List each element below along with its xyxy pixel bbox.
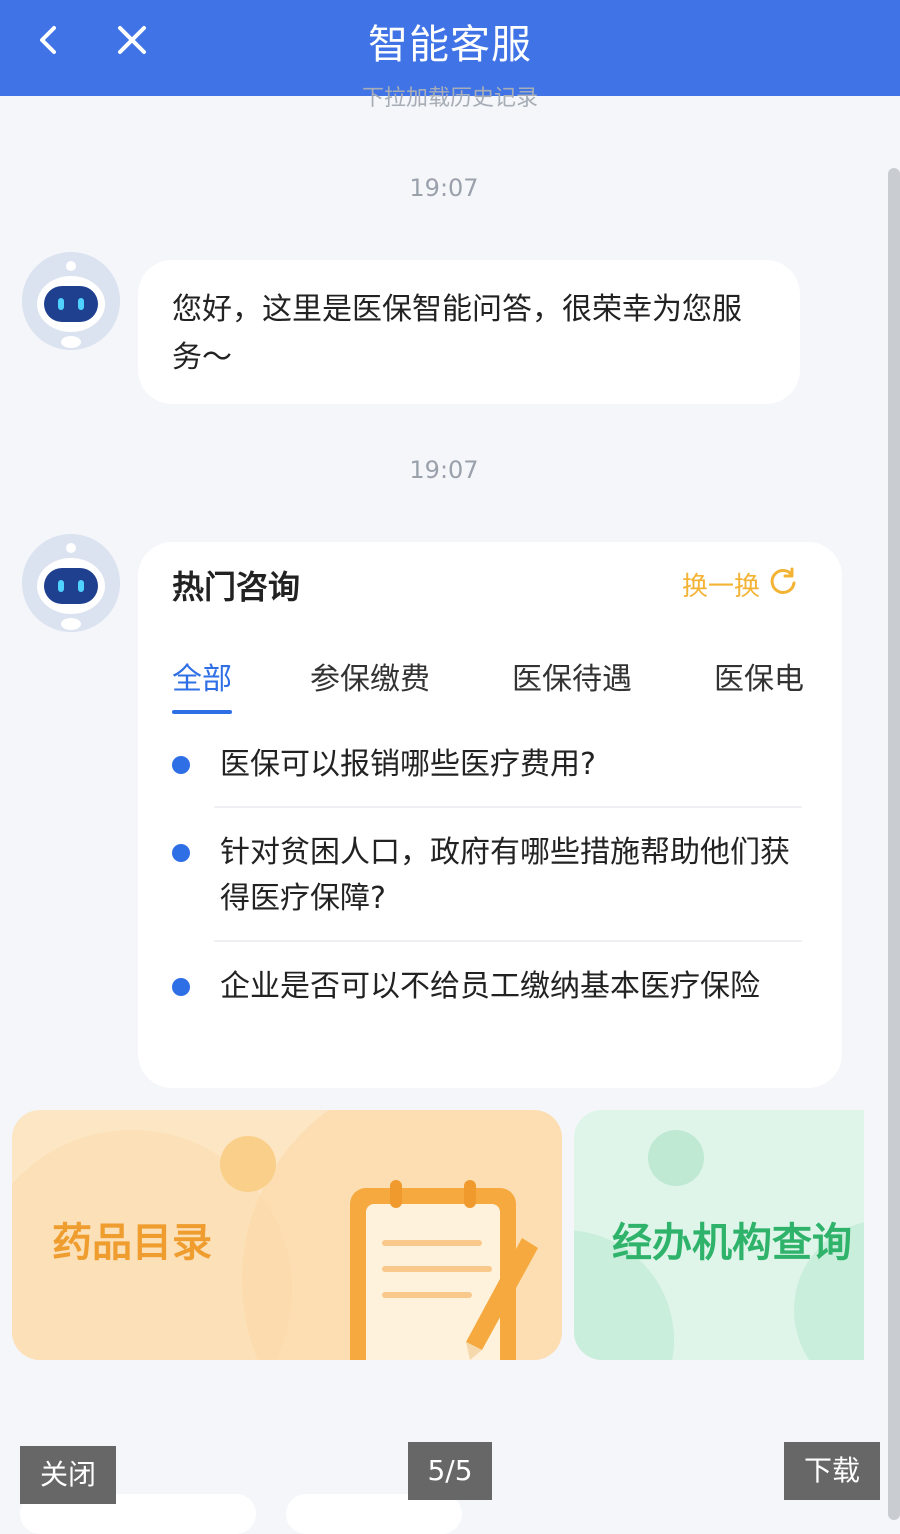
question-text: 企业是否可以不给员工缴纳基本医疗保险	[220, 969, 760, 1004]
bullet-dot	[172, 844, 190, 862]
top-bar: 智能客服	[0, 0, 900, 96]
refresh-button[interactable]: 换一换	[682, 566, 798, 603]
viewer-download-button[interactable]: 下载	[784, 1442, 880, 1500]
tab-insurance-payment[interactable]: 参保缴费	[310, 654, 430, 698]
bullet-dot	[172, 756, 190, 774]
tab-insurance-benefits[interactable]: 医保待遇	[512, 654, 632, 698]
bullet-dot	[172, 978, 190, 996]
refresh-icon	[768, 566, 798, 603]
history-hint[interactable]: 下拉加载历史记录	[0, 84, 900, 108]
suggestion-chip[interactable]	[286, 1494, 462, 1534]
greeting-text: 您好，这里是医保智能问答，很荣幸为您服务～	[172, 292, 742, 375]
page-title: 智能客服	[368, 22, 532, 68]
category-tabs: 全部 参保缴费 医保待遇 医保电	[172, 654, 842, 724]
agency-query-label: 经办机构查询	[612, 1220, 852, 1266]
refresh-label: 换一换	[681, 572, 760, 602]
tab-insurance-e[interactable]: 医保电	[714, 654, 804, 698]
divider	[214, 940, 802, 942]
question-text: 针对贫困人口，政府有哪些措施帮助他们获得医疗保障?	[220, 835, 790, 916]
divider	[214, 806, 802, 808]
question-item[interactable]: 医保可以报销哪些医疗费用?	[172, 740, 802, 800]
hot-questions-card: 热门咨询 换一换 全部 参保缴费 医保待遇 医保电 医保可以报销哪些医疗费用? …	[138, 542, 842, 1088]
active-tab-indicator	[172, 710, 232, 714]
page-indicator: 5/5	[408, 1442, 492, 1500]
drug-catalog-label: 药品目录	[52, 1220, 212, 1266]
viewer-close-button[interactable]: 关闭	[20, 1446, 116, 1504]
message-timestamp: 19:07	[409, 174, 479, 202]
question-item[interactable]: 企业是否可以不给员工缴纳基本医疗保险	[172, 962, 802, 1062]
robot-avatar-icon	[22, 252, 120, 350]
scrollbar[interactable]	[888, 168, 900, 1520]
message-timestamp: 19:07	[409, 456, 479, 484]
drug-catalog-banner[interactable]: 药品目录	[12, 1110, 562, 1360]
question-text: 医保可以报销哪些医疗费用?	[220, 747, 596, 782]
greeting-bubble: 您好，这里是医保智能问答，很荣幸为您服务～	[138, 260, 800, 404]
card-title: 热门咨询	[172, 568, 301, 606]
agency-query-banner[interactable]: 经办机构查询	[574, 1110, 864, 1360]
tab-all[interactable]: 全部	[172, 654, 232, 714]
robot-avatar-icon	[22, 534, 120, 632]
question-item[interactable]: 针对贫困人口，政府有哪些措施帮助他们获得医疗保障?	[172, 828, 802, 928]
